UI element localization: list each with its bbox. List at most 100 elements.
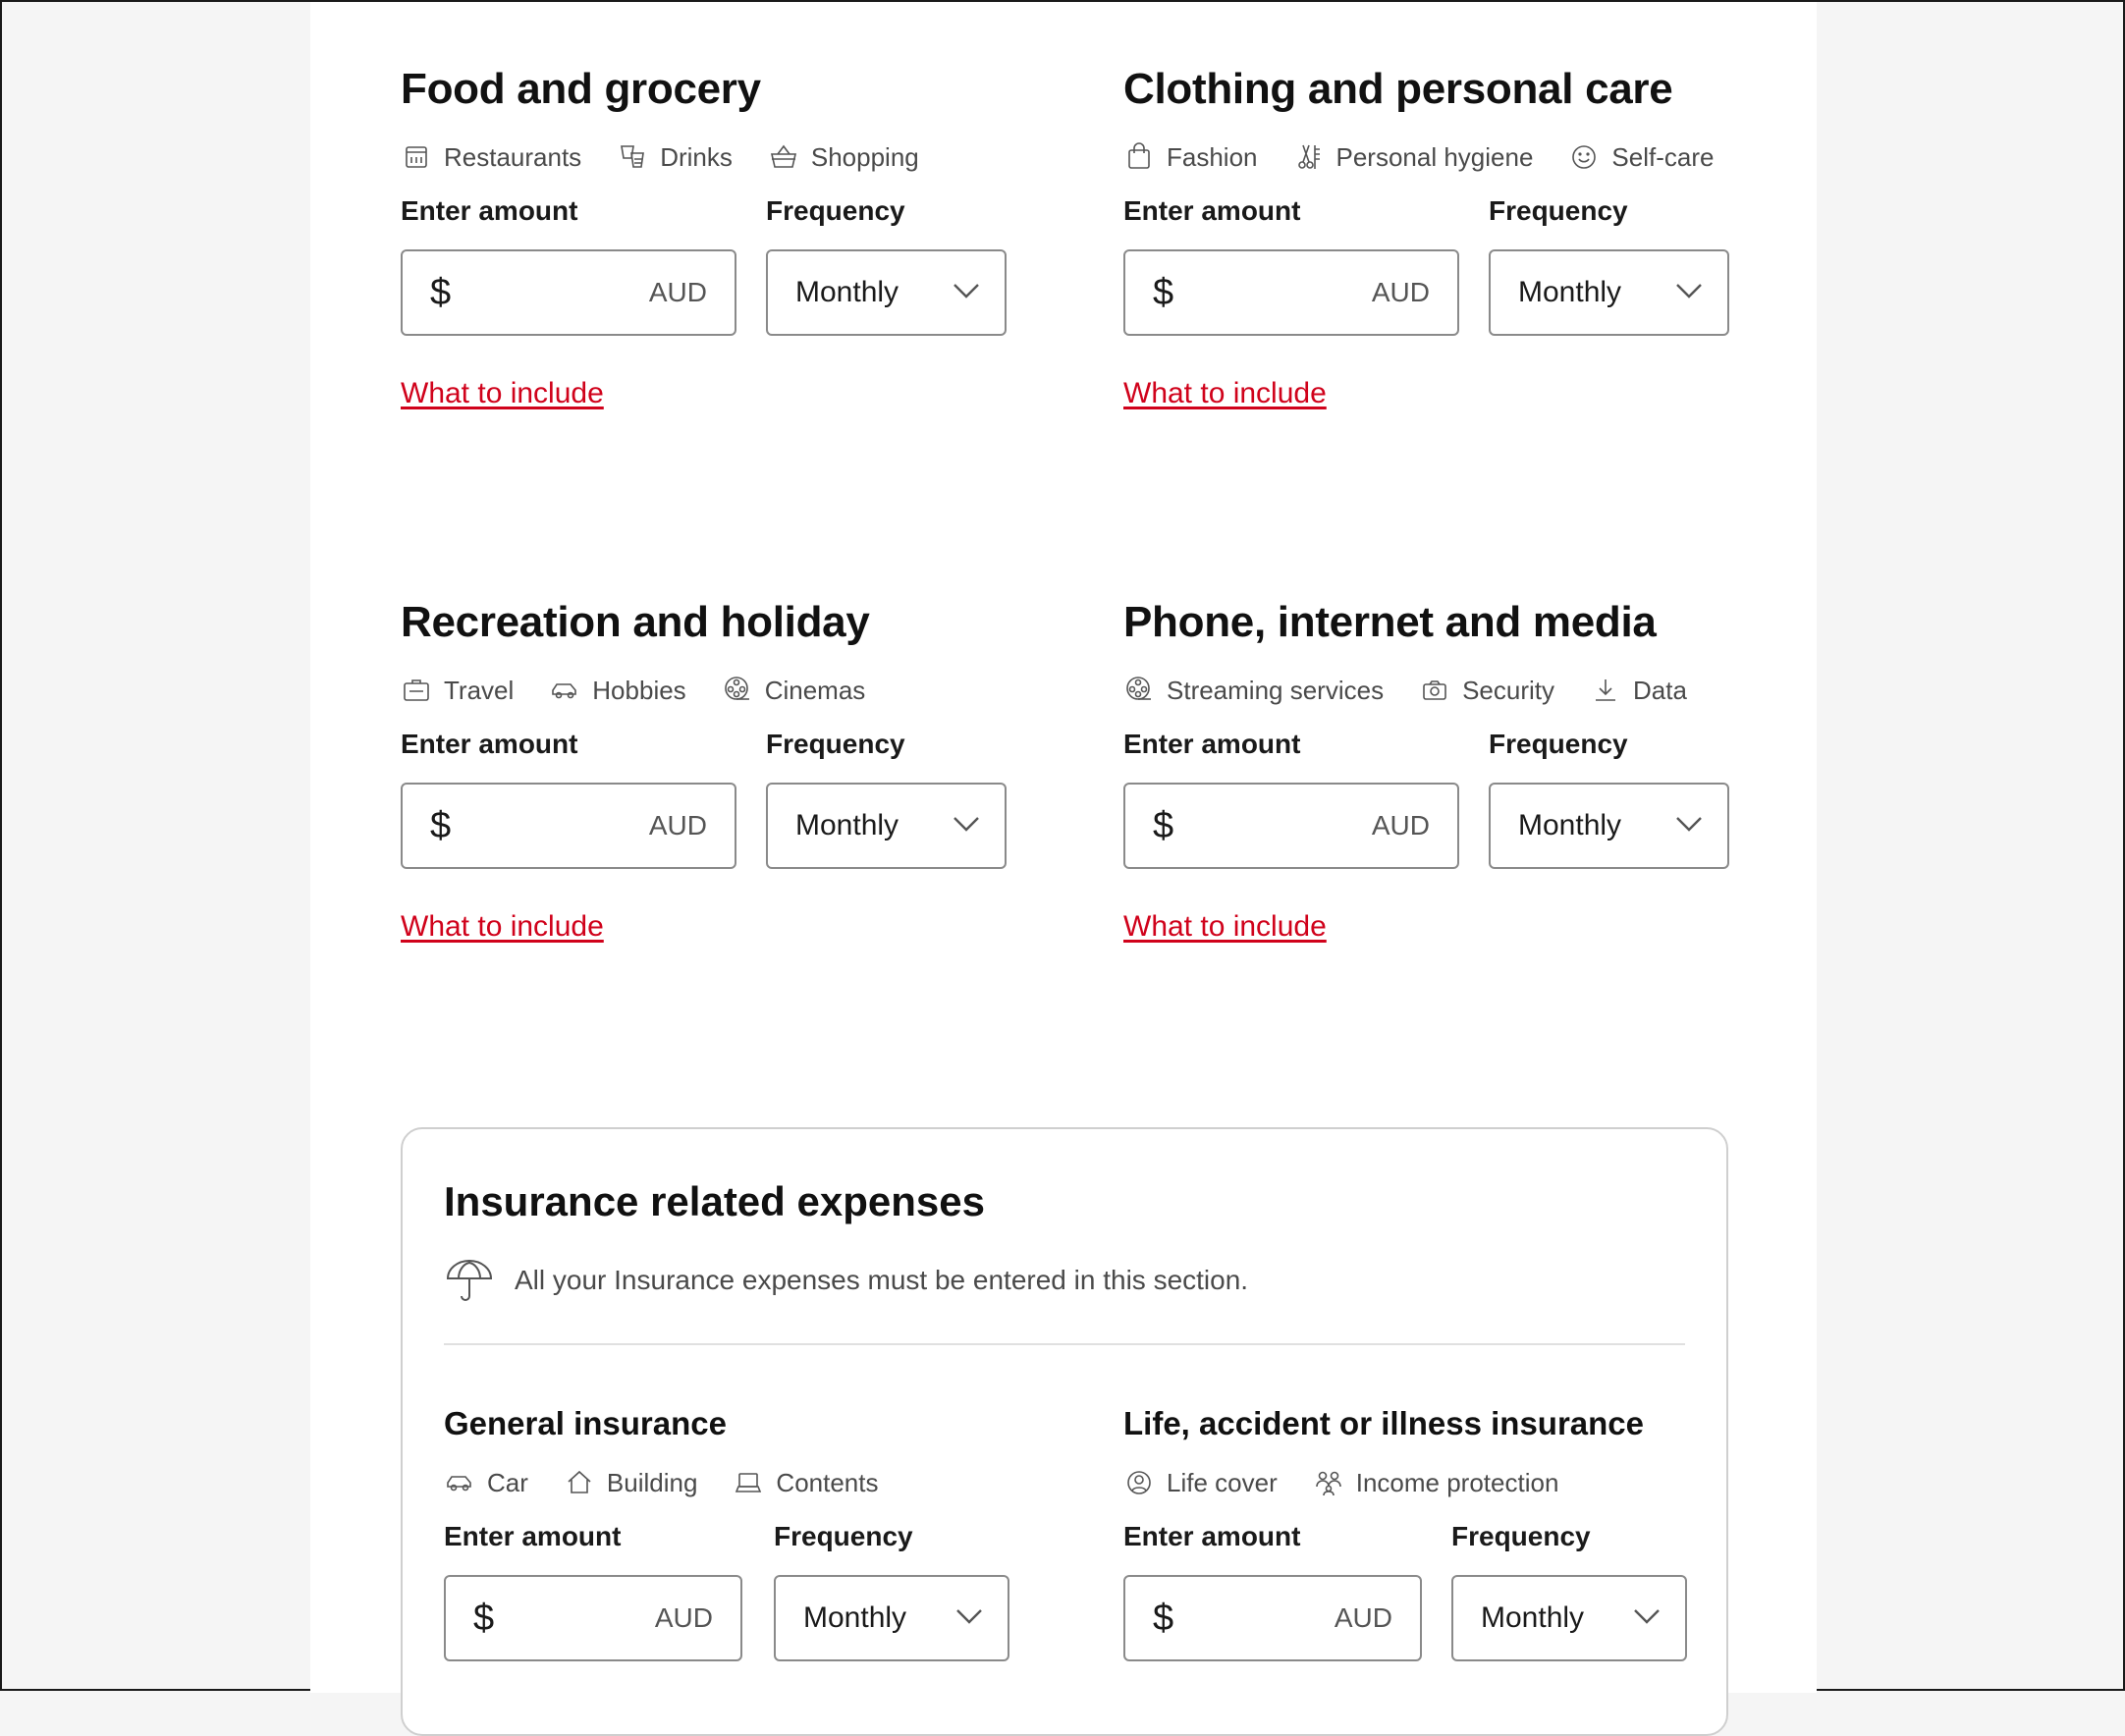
- section-title: Food and grocery: [401, 65, 761, 113]
- dollar-sign: $: [430, 271, 452, 313]
- section-title: Clothing and personal care: [1123, 65, 1673, 113]
- tag-contents: Contents: [733, 1467, 879, 1498]
- tag-streaming-services: Streaming services: [1123, 675, 1384, 706]
- tag-life-cover: Life cover: [1123, 1467, 1278, 1498]
- tag-restaurants: Restaurants: [401, 141, 581, 173]
- tag-security: Security: [1419, 675, 1554, 706]
- frequency-value: Monthly: [1518, 809, 1622, 841]
- currency-suffix: AUD: [648, 277, 707, 307]
- what-to-include-link[interactable]: What to include: [401, 377, 604, 410]
- insurance-note: All your Insurance expenses must be ente…: [444, 1255, 1248, 1306]
- currency-suffix: AUD: [1371, 277, 1430, 307]
- frequency-value: Monthly: [803, 1601, 907, 1634]
- frequency-label: Frequency: [1489, 195, 1628, 226]
- insurance-card: Insurance related expenses All your Insu…: [401, 1127, 1728, 1736]
- car-icon: [447, 1476, 471, 1492]
- tag-shopping: Shopping: [768, 141, 919, 173]
- tag-income-protection: Income protection: [1313, 1467, 1558, 1498]
- frequency-select[interactable]: Monthly: [1489, 783, 1729, 869]
- dollar-sign: $: [1153, 1597, 1174, 1639]
- download-icon: [1596, 679, 1615, 701]
- expense-section-clothing: Clothing and personal care Fashion Perso…: [1123, 63, 1752, 410]
- category-tags: Restaurants Drinks Shopping: [401, 137, 1029, 177]
- amount-input[interactable]: $ AUD: [401, 783, 736, 869]
- insurance-life: Life, accident or illness insurance Life…: [1123, 1404, 1693, 1661]
- amount-input[interactable]: $ AUD: [444, 1575, 742, 1661]
- what-to-include-link[interactable]: What to include: [1123, 377, 1327, 410]
- frequency-value: Monthly: [795, 276, 899, 308]
- camera-icon: [1423, 680, 1446, 700]
- currency-suffix: AUD: [654, 1602, 713, 1633]
- laptop-icon: [736, 1473, 762, 1492]
- tag-hobbies: Hobbies: [549, 675, 686, 706]
- section-title: Recreation and holiday: [401, 598, 870, 646]
- category-tags: Fashion Personal hygiene Self-care: [1123, 137, 1752, 177]
- expense-section-recreation: Recreation and holiday Travel Hobbies Ci…: [401, 596, 1029, 944]
- suitcase-icon: [404, 679, 429, 701]
- category-tags: Streaming services Security Data: [1123, 671, 1752, 710]
- smile-icon: [1572, 145, 1597, 169]
- insurance-title: Insurance related expenses: [444, 1178, 985, 1224]
- frequency-select[interactable]: Monthly: [766, 249, 1007, 336]
- amount-input[interactable]: $ AUD: [1123, 249, 1459, 336]
- amount-label: Enter amount: [444, 1521, 622, 1551]
- frequency-select[interactable]: Monthly: [1451, 1575, 1687, 1661]
- tag-drinks: Drinks: [617, 141, 733, 173]
- tag-car: Car: [444, 1467, 528, 1498]
- chevron-down-icon: [954, 1606, 984, 1631]
- tag-travel: Travel: [401, 675, 514, 706]
- dollar-sign: $: [430, 804, 452, 846]
- tag-data: Data: [1590, 675, 1687, 706]
- hygiene-icon: [1297, 144, 1320, 169]
- basket-icon: [770, 144, 796, 168]
- frequency-select[interactable]: Monthly: [774, 1575, 1009, 1661]
- frequency-label: Frequency: [766, 195, 905, 226]
- tag-personal-hygiene: Personal hygiene: [1293, 141, 1533, 173]
- category-tags: Life cover Income protection: [1123, 1463, 1693, 1502]
- umbrella-icon: [446, 1260, 493, 1301]
- chevron-down-icon: [952, 281, 981, 305]
- chevron-down-icon: [1674, 814, 1704, 839]
- section-title: Phone, internet and media: [1123, 598, 1657, 646]
- streaming-icon: [1126, 677, 1151, 700]
- house-icon: [568, 1470, 591, 1493]
- frequency-label: Frequency: [774, 1521, 913, 1551]
- currency-suffix: AUD: [648, 810, 707, 841]
- chevron-down-icon: [952, 814, 981, 839]
- family-icon: [1315, 1471, 1341, 1496]
- frequency-label: Frequency: [1489, 729, 1628, 759]
- frequency-value: Monthly: [795, 809, 899, 841]
- dollar-sign: $: [1153, 804, 1174, 846]
- shopping-bag-icon: [1128, 142, 1150, 169]
- expense-section-food: Food and grocery Restaurants Drinks Shop…: [401, 63, 1029, 410]
- dollar-sign: $: [473, 1597, 495, 1639]
- amount-label: Enter amount: [1123, 195, 1301, 226]
- frequency-select[interactable]: Monthly: [766, 783, 1007, 869]
- amount-input[interactable]: $ AUD: [1123, 783, 1459, 869]
- amount-label: Enter amount: [401, 195, 578, 226]
- chevron-down-icon: [1632, 1606, 1662, 1631]
- drinks-icon: [621, 145, 645, 168]
- currency-suffix: AUD: [1334, 1602, 1392, 1633]
- subsection-title: General insurance: [444, 1405, 727, 1441]
- amount-input[interactable]: $ AUD: [1123, 1575, 1422, 1661]
- car-icon: [552, 683, 577, 699]
- insurance-general: General insurance Car Building Contents …: [444, 1404, 1013, 1661]
- amount-input[interactable]: $ AUD: [401, 249, 736, 336]
- film-reel-icon: [724, 677, 749, 700]
- amount-label: Enter amount: [401, 729, 578, 759]
- frequency-select[interactable]: Monthly: [1489, 249, 1729, 336]
- chevron-down-icon: [1674, 281, 1704, 305]
- category-tags: Car Building Contents: [444, 1463, 1013, 1502]
- what-to-include-link[interactable]: What to include: [1123, 910, 1327, 944]
- amount-label: Enter amount: [1123, 729, 1301, 759]
- subsection-title: Life, accident or illness insurance: [1123, 1405, 1645, 1441]
- what-to-include-link[interactable]: What to include: [401, 910, 604, 944]
- tag-cinemas: Cinemas: [722, 675, 865, 706]
- frequency-label: Frequency: [766, 729, 905, 759]
- restaurant-icon: [406, 146, 427, 168]
- tag-fashion: Fashion: [1123, 141, 1258, 173]
- frequency-value: Monthly: [1481, 1601, 1585, 1634]
- tag-building: Building: [564, 1467, 697, 1498]
- tag-self-care: Self-care: [1568, 141, 1714, 173]
